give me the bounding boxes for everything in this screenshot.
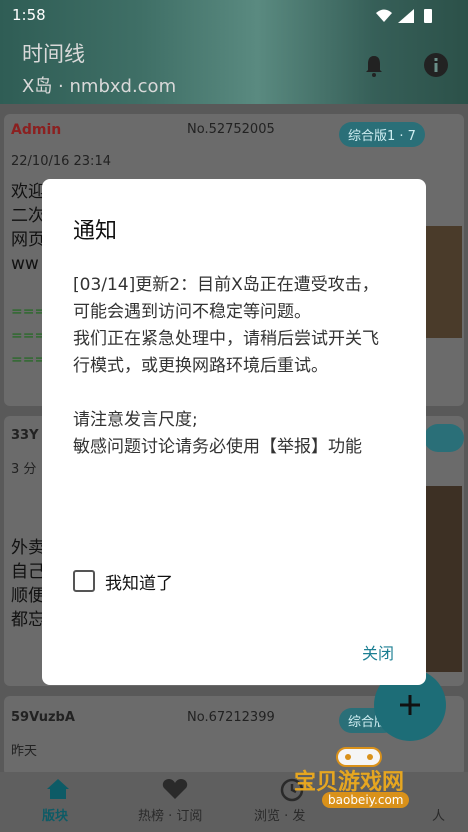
post-time: 3 分 [11,462,37,477]
checkbox-box[interactable] [73,570,95,592]
post-author: 59VuzbA [11,710,75,725]
signal-icon [398,9,414,23]
battery-icon [424,9,432,23]
heart-icon [162,779,188,799]
app-header: 1:58 时间线 X岛 · nmbxd.com [0,0,468,104]
post-author: Admin [11,122,62,138]
nav-item-boards[interactable]: 版块 [20,772,96,832]
post-number: No.52752005 [187,122,275,137]
watermark-sub: baobeiy.com [322,792,410,808]
post-number: No.67212399 [187,710,275,725]
page-subtitle: X岛 · nmbxd.com [22,76,177,97]
post-content: 外卖 自己 顺便 都忘 [11,538,45,630]
nav-item-hot[interactable]: 热榜 · 订阅 [130,772,226,832]
dialog-body: [03/14]更新2：目前X岛正在遭受攻击，可能会遇到访问不稳定等问题。 我们正… [73,275,379,457]
bell-icon[interactable] [362,54,386,78]
board-chip[interactable]: 综合版1 · 7 [339,122,425,147]
post-author: 33Y [11,428,39,443]
dialog-title: 通知 [73,219,118,244]
info-icon[interactable] [423,52,449,78]
post-time: 22/10/16 23:14 [11,154,111,169]
watermark-logo: 宝贝游戏网 baobeiy.com [290,742,440,812]
home-icon [47,779,69,799]
dont-show-again-checkbox[interactable]: 我知道了 [72,568,272,594]
status-icons [376,9,432,23]
checkbox-label: 我知道了 [105,574,173,594]
post-content: 欢迎 二次 网页 ww [11,182,45,274]
status-time: 1:58 [12,6,46,24]
page-title: 时间线 [22,42,85,66]
close-button[interactable]: 关闭 [362,640,394,664]
post-divider: === === === [11,304,47,368]
notice-dialog: 通知 [03/14]更新2：目前X岛正在遭受攻击，可能会遇到访问不稳定等问题。 … [42,179,426,685]
nav-label: 热榜 · 订阅 [138,809,203,824]
nav-label: 版块 [42,809,69,824]
plus-icon [400,695,420,715]
board-chip[interactable] [424,424,464,452]
wifi-icon [376,9,392,22]
post-time: 昨天 [11,744,38,759]
post-image[interactable] [426,486,462,672]
